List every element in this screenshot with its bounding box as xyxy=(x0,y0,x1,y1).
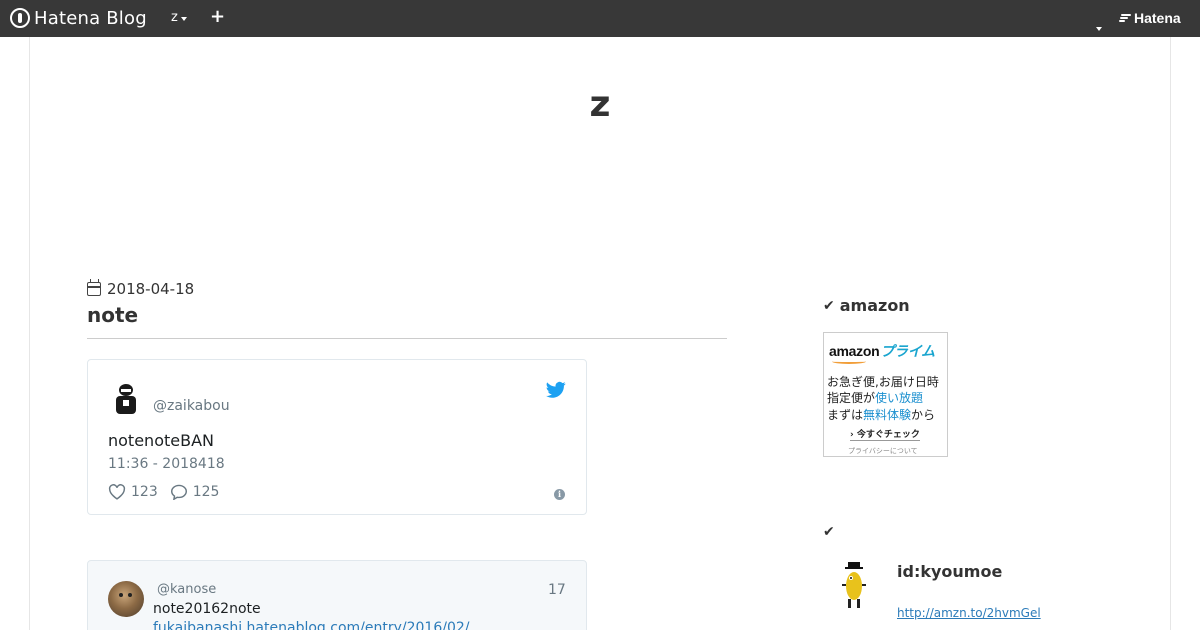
card-link[interactable]: fukaibanashi.hatenablog.com/entry/2016/0… xyxy=(153,620,469,630)
profile-image[interactable] xyxy=(838,560,870,610)
sidebar-amazon-heading: ✔ amazon xyxy=(823,296,910,315)
reply-bubble-icon xyxy=(170,484,187,500)
logo-text: Hatena Blog xyxy=(34,7,147,29)
entry-divider xyxy=(87,338,727,339)
card-text: note20162note xyxy=(153,601,261,617)
check-icon: ✔ xyxy=(823,524,835,540)
hatena-blog-logo-icon xyxy=(10,8,30,28)
ad-privacy-link[interactable]: プライバシーについて xyxy=(848,446,918,456)
amazon-prime-logo: amazonプライム xyxy=(829,341,935,361)
entry-date[interactable]: 2018-04-18 xyxy=(87,279,195,298)
ad-line-2-a: 指定便が xyxy=(827,391,876,405)
blog-switcher[interactable]: z xyxy=(171,10,187,25)
amazon-prime-ad[interactable]: amazonプライム お急ぎ便,お届け日時 指定便が使い放題 まずは無料体験から… xyxy=(823,332,948,457)
amazon-logo-text: amazon xyxy=(829,343,880,359)
card-handle[interactable]: @kanose xyxy=(157,582,216,597)
tweet-handle[interactable]: @zaikabou xyxy=(153,398,230,414)
embedded-card[interactable]: @kanose 17 note20162note fukaibanashi.ha… xyxy=(87,560,587,630)
calendar-icon xyxy=(87,279,101,296)
sidebar-amazon-title: amazon xyxy=(839,296,910,315)
entry-title[interactable]: note xyxy=(87,303,138,327)
profile-link[interactable]: http://amzn.to/2hvmGel xyxy=(897,606,1041,620)
blog-title[interactable]: z xyxy=(0,84,1200,125)
tweet-timestamp[interactable]: 11:36 - 2018418 xyxy=(108,456,225,472)
tweet-text: notenoteBAN xyxy=(108,431,214,450)
tweet-actions: 123 125 xyxy=(108,484,231,500)
user-menu-button[interactable] xyxy=(1095,16,1102,35)
ad-line-3-c: から xyxy=(911,408,936,422)
reply-count: 125 xyxy=(192,484,220,500)
heart-icon xyxy=(108,484,126,500)
ad-line-1: お急ぎ便,お届け日時 xyxy=(827,375,939,389)
ad-line-2: 指定便が使い放題 xyxy=(827,389,923,406)
blog-switcher-label: z xyxy=(171,10,178,25)
amazon-smile-icon xyxy=(832,359,866,364)
ad-check-now-link[interactable]: › 今すぐチェック xyxy=(850,427,920,441)
twitter-bird-icon[interactable] xyxy=(546,381,566,399)
caret-down-icon xyxy=(180,16,187,21)
check-icon: ✔ xyxy=(823,297,835,314)
card-count: 17 xyxy=(548,582,566,598)
hatena-mark-icon xyxy=(1119,13,1131,23)
entry-date-text: 2018-04-18 xyxy=(107,280,195,298)
prime-logo-text: プライム xyxy=(880,343,935,359)
ad-line-2-b: 使い放題 xyxy=(875,391,924,405)
embedded-tweet[interactable]: @zaikabou notenoteBAN 11:36 - 2018418 12… xyxy=(87,359,587,515)
ad-line-3-a: まずは xyxy=(827,408,864,422)
ad-line-3: まずは無料体験から xyxy=(827,406,935,423)
tweet-avatar[interactable] xyxy=(108,380,144,416)
like-button[interactable]: 123 xyxy=(108,484,158,500)
hatena-blog-logo[interactable]: Hatena Blog xyxy=(10,7,147,29)
info-icon[interactable]: i xyxy=(554,489,565,500)
hatena-logo[interactable]: Hatena xyxy=(1119,10,1181,26)
reply-button[interactable]: 125 xyxy=(170,484,220,500)
new-post-button[interactable]: + xyxy=(210,6,225,27)
profile-id[interactable]: id:kyoumoe xyxy=(897,562,1002,581)
card-avatar[interactable] xyxy=(108,581,144,617)
page-frame xyxy=(29,37,1171,630)
ad-line-3-b: 無料体験 xyxy=(863,408,912,422)
caret-down-icon xyxy=(1096,27,1102,31)
global-header: Hatena Blog z + Hatena xyxy=(0,0,1200,37)
hatena-logo-text: Hatena xyxy=(1134,10,1181,26)
like-count: 123 xyxy=(131,484,158,500)
